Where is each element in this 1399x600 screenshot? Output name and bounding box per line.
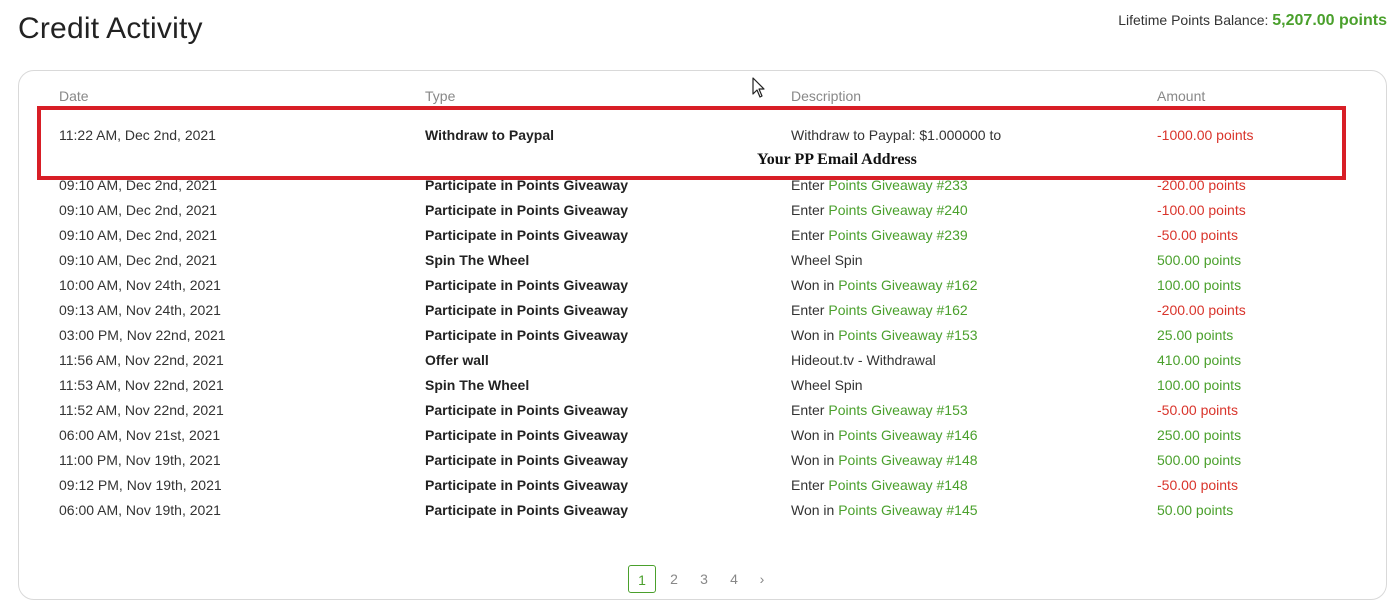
table-row: 03:00 PM, Nov 22nd, 2021 Participate in P… <box>40 323 1360 348</box>
table-row: 11:56 AM, Nov 22nd, 2021 Offer wall Hideou… <box>40 348 1360 373</box>
row-amount: -50.00 points <box>1157 477 1238 493</box>
row-date: 11:00 PM, Nov 19th, 2021 <box>59 452 221 468</box>
row-amount: -50.00 points <box>1157 227 1238 243</box>
row-date: 03:00 PM, Nov 22nd, 2021 <box>59 327 226 343</box>
row-description: Wheel Spin <box>791 373 863 398</box>
description-text: Enter <box>791 302 825 318</box>
table-row: 09:10 AM, Dec 2nd, 2021 Participate in Po… <box>40 223 1360 248</box>
row-description: Won in Points Giveaway #162 <box>791 273 978 298</box>
row-description: Won in Points Giveaway #145 <box>791 498 978 523</box>
row-description: Enter Points Giveaway #239 <box>791 223 968 248</box>
row-date: 11:56 AM, Nov 22nd, 2021 <box>59 352 224 368</box>
row-amount: 25.00 points <box>1157 327 1234 343</box>
row-amount: -100.00 points <box>1157 202 1246 218</box>
description-text: Won in <box>791 327 835 343</box>
balance-label: Lifetime Points Balance: <box>1118 12 1269 28</box>
table-row: 11:52 AM, Nov 22nd, 2021 Participate in P… <box>40 398 1360 423</box>
page-4-button[interactable]: 4 <box>724 565 744 593</box>
giveaway-link[interactable]: Points Giveaway #145 <box>838 502 977 518</box>
row-description: Wheel Spin <box>791 248 863 273</box>
row-description: Won in Points Giveaway #146 <box>791 423 978 448</box>
row-date: 09:10 AM, Dec 2nd, 2021 <box>59 227 217 243</box>
row-amount: 100.00 points <box>1157 277 1242 293</box>
row-type: Participate in Points Giveaway <box>425 277 629 293</box>
row-type: Participate in Points Giveaway <box>425 427 629 443</box>
row-amount: 500.00 points <box>1157 452 1242 468</box>
table-row: 06:00 AM, Nov 21st, 2021 Participate in P… <box>40 423 1360 448</box>
row-date: 11:52 AM, Nov 22nd, 2021 <box>59 402 224 418</box>
page-1-button[interactable]: 1 <box>628 565 656 593</box>
row-date: 09:10 AM, Dec 2nd, 2021 <box>59 252 217 268</box>
table-row: 11:00 PM, Nov 19th, 2021 Participate in P… <box>40 448 1360 473</box>
row-date: 11:53 AM, Nov 22nd, 2021 <box>59 377 224 393</box>
description-text: Wheel Spin <box>791 377 863 393</box>
row-type: Offer wall <box>425 352 489 368</box>
description-text: Won in <box>791 452 835 468</box>
giveaway-link[interactable]: Points Giveaway #162 <box>838 277 977 293</box>
giveaway-link[interactable]: Points Giveaway #240 <box>828 202 967 218</box>
row-type: Participate in Points Giveaway <box>425 477 629 493</box>
table-row: 10:00 AM, Nov 24th, 2021 Participate in P… <box>40 273 1360 298</box>
row-date: 09:10 AM, Dec 2nd, 2021 <box>59 202 217 218</box>
table-row: 09:13 AM, Nov 24th, 2021 Participate in P… <box>40 298 1360 323</box>
giveaway-link[interactable]: Points Giveaway #146 <box>838 427 977 443</box>
giveaway-link[interactable]: Points Giveaway #239 <box>828 227 967 243</box>
page-3-button[interactable]: 3 <box>694 565 714 593</box>
row-amount: 250.00 points <box>1157 427 1242 443</box>
row-type: Participate in Points Giveaway <box>425 327 629 343</box>
mouse-cursor-icon <box>752 77 765 98</box>
highlight-box <box>37 106 1346 180</box>
row-description: Enter Points Giveaway #162 <box>791 298 968 323</box>
description-text: Won in <box>791 427 835 443</box>
row-type: Participate in Points Giveaway <box>425 302 629 318</box>
description-text: Hideout.tv - Withdrawal <box>791 352 936 368</box>
description-text: Won in <box>791 277 835 293</box>
row-description: Enter Points Giveaway #148 <box>791 473 968 498</box>
giveaway-link[interactable]: Points Giveaway #148 <box>828 477 967 493</box>
row-type: Participate in Points Giveaway <box>425 402 629 418</box>
row-type: Participate in Points Giveaway <box>425 452 629 468</box>
row-amount: 410.00 points <box>1157 352 1242 368</box>
row-amount: -200.00 points <box>1157 302 1246 318</box>
row-description: Won in Points Giveaway #148 <box>791 448 978 473</box>
giveaway-link[interactable]: Points Giveaway #153 <box>828 402 967 418</box>
description-text: Wheel Spin <box>791 252 863 268</box>
row-type: Participate in Points Giveaway <box>425 227 629 243</box>
row-type: Participate in Points Giveaway <box>425 202 629 218</box>
row-type: Participate in Points Giveaway <box>425 502 629 518</box>
table-row: 09:10 AM, Dec 2nd, 2021 Participate in Po… <box>40 198 1360 223</box>
description-text: Enter <box>791 477 825 493</box>
row-description: Hideout.tv - Withdrawal <box>791 348 936 373</box>
row-description: Enter Points Giveaway #153 <box>791 398 968 423</box>
row-type: Spin The Wheel <box>425 377 530 393</box>
giveaway-link[interactable]: Points Giveaway #153 <box>838 327 977 343</box>
table-row: 09:12 PM, Nov 19th, 2021 Participate in P… <box>40 473 1360 498</box>
description-text: Won in <box>791 502 835 518</box>
row-date: 10:00 AM, Nov 24th, 2021 <box>59 277 221 293</box>
table-row: 06:00 AM, Nov 19th, 2021 Participate in P… <box>40 498 1360 523</box>
row-amount: 500.00 points <box>1157 252 1242 268</box>
balance-value: 5,207.00 points <box>1272 12 1387 29</box>
lifetime-balance: Lifetime Points Balance: 5,207.00 points <box>1118 12 1387 30</box>
description-text: Enter <box>791 227 825 243</box>
giveaway-link[interactable]: Points Giveaway #148 <box>838 452 977 468</box>
page-2-button[interactable]: 2 <box>664 565 684 593</box>
row-amount: 100.00 points <box>1157 377 1242 393</box>
row-type: Spin The Wheel <box>425 252 530 268</box>
page-title: Credit Activity <box>18 12 203 45</box>
row-description: Won in Points Giveaway #153 <box>791 323 978 348</box>
description-text: Enter <box>791 202 825 218</box>
table-row: 11:53 AM, Nov 22nd, 2021 Spin The Wheel Wh… <box>40 373 1360 398</box>
giveaway-link[interactable]: Points Giveaway #162 <box>828 302 967 318</box>
row-amount: -50.00 points <box>1157 402 1238 418</box>
row-date: 09:12 PM, Nov 19th, 2021 <box>59 477 222 493</box>
row-date: 09:13 AM, Nov 24th, 2021 <box>59 302 221 318</box>
row-amount: 50.00 points <box>1157 502 1234 518</box>
description-text: Enter <box>791 402 825 418</box>
row-date: 06:00 AM, Nov 19th, 2021 <box>59 502 221 518</box>
row-description: Enter Points Giveaway #240 <box>791 198 968 223</box>
row-date: 06:00 AM, Nov 21st, 2021 <box>59 427 221 443</box>
next-page-button[interactable]: › <box>752 565 772 593</box>
table-row: 09:10 AM, Dec 2nd, 2021 Spin The Wheel Whe… <box>40 248 1360 273</box>
